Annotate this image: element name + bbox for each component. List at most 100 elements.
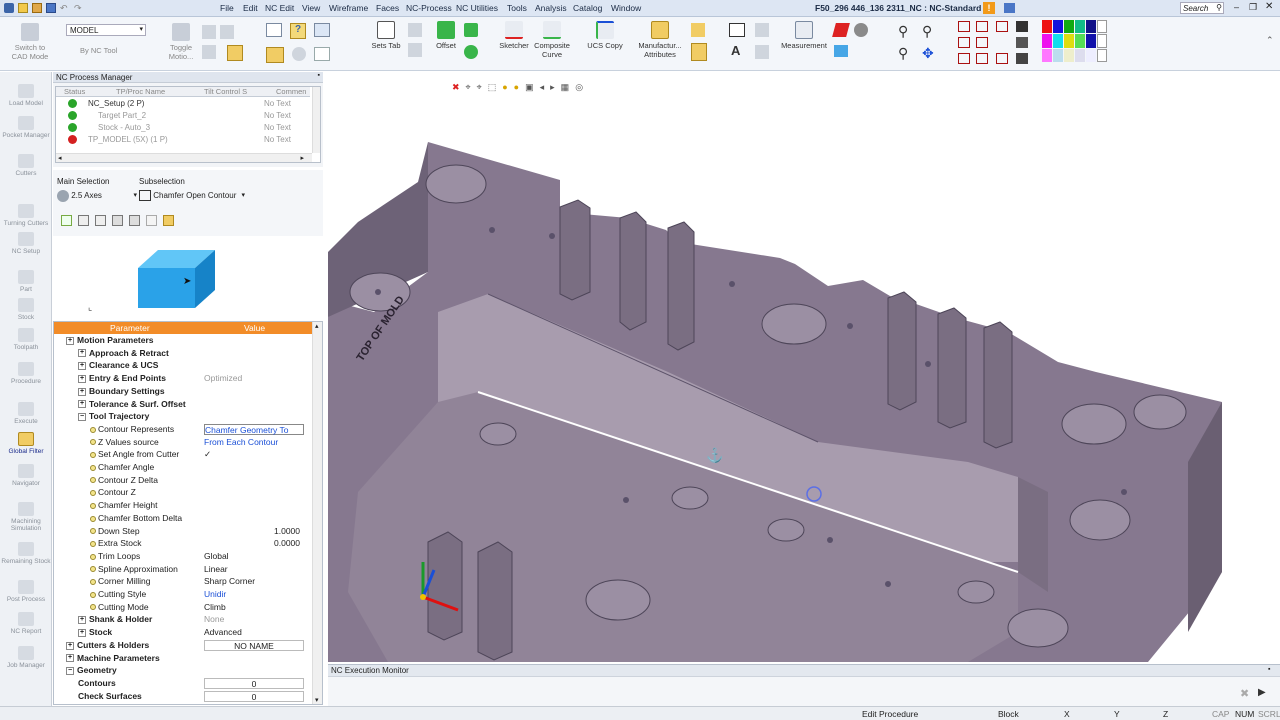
col-name[interactable]: TP/Proc Name: [116, 87, 165, 96]
undo-icon[interactable]: ↶: [60, 3, 70, 13]
trim-icon[interactable]: [464, 45, 478, 59]
view-icon-4[interactable]: [1016, 21, 1028, 32]
param-value[interactable]: 0: [204, 690, 304, 702]
collapse-icon[interactable]: −: [78, 412, 86, 421]
color-swatch[interactable]: [1042, 48, 1052, 62]
color-palette[interactable]: [1042, 20, 1114, 62]
param-row[interactable]: Chamfer Height: [54, 499, 314, 512]
menu-tools[interactable]: Tools: [507, 3, 527, 13]
param-row[interactable]: + Clearance & UCS: [54, 359, 314, 372]
tree-hscroll[interactable]: ◂ ▸: [56, 153, 312, 162]
param-row[interactable]: + Machine Parameters: [54, 652, 314, 665]
window-icon[interactable]: [266, 23, 282, 37]
menu-catalog[interactable]: Catalog: [573, 3, 602, 13]
expand-icon[interactable]: +: [78, 374, 86, 383]
toggle-motion-button[interactable]: Toggle Motio...: [162, 23, 200, 61]
left-tool-nc-setup[interactable]: NC Setup: [0, 232, 52, 255]
left-tool-global-filter[interactable]: Global Filter: [0, 432, 52, 455]
view-icon-11[interactable]: [1016, 53, 1028, 64]
toolbar-icon-group-2[interactable]: ?: [262, 21, 338, 65]
stop-icon[interactable]: ✖: [1240, 687, 1249, 700]
measure-angle-icon[interactable]: [755, 45, 769, 59]
param-row[interactable]: Corner Milling Sharp Corner: [54, 575, 314, 588]
scroll-right-icon[interactable]: ▸: [300, 154, 304, 162]
composite-curve-button[interactable]: Composite Curve: [530, 21, 574, 59]
search-box[interactable]: Search ⚲: [1180, 2, 1224, 14]
expand-icon[interactable]: +: [66, 654, 74, 663]
expand-icon[interactable]: +: [78, 628, 86, 637]
main-selection-dropdown[interactable]: 2.5 Axes ▾: [57, 189, 139, 203]
sketcher-button[interactable]: Sketcher: [497, 21, 531, 50]
zoom-icon[interactable]: ⚲: [922, 23, 932, 40]
col-comment[interactable]: Commen: [276, 87, 306, 96]
menu-view[interactable]: View: [302, 3, 320, 13]
param-row[interactable]: Extra Stock 0.0000: [54, 537, 314, 550]
minimize-icon[interactable]: –: [1234, 2, 1239, 12]
param-value[interactable]: Unidir: [204, 588, 304, 601]
color-swatch[interactable]: [1097, 20, 1107, 34]
scroll-up-icon[interactable]: ▴: [315, 322, 319, 330]
color-swatch[interactable]: [1064, 48, 1074, 62]
color-swatch[interactable]: [1064, 34, 1074, 48]
window-list-icon[interactable]: [1004, 3, 1015, 13]
green-icons[interactable]: [462, 21, 482, 65]
template-icon[interactable]: [129, 215, 140, 226]
restore-icon[interactable]: ❐: [1249, 2, 1257, 13]
dimension-icons[interactable]: A: [726, 21, 750, 65]
parameters-icon[interactable]: [266, 47, 284, 63]
color-swatch[interactable]: [1086, 34, 1096, 48]
list-icon[interactable]: [314, 47, 330, 61]
expand-icon[interactable]: +: [78, 362, 86, 371]
color-swatch[interactable]: [1053, 48, 1063, 62]
view-icon-10[interactable]: [996, 53, 1008, 64]
expand-icon[interactable]: +: [78, 349, 86, 358]
left-tool-remaining-stock[interactable]: Remaining Stock: [0, 542, 52, 565]
tree-row[interactable]: Target Part_2 No Text: [58, 110, 312, 122]
color-swatch[interactable]: [1097, 34, 1107, 48]
zoom-all-icon[interactable]: ⚲: [898, 45, 908, 62]
param-value[interactable]: Optimized: [204, 372, 304, 385]
expand-icon[interactable]: +: [78, 387, 86, 396]
browser-icon[interactable]: [314, 23, 330, 37]
left-tool-execute[interactable]: Execute: [0, 402, 52, 425]
expand-icon[interactable]: +: [66, 641, 74, 650]
param-row[interactable]: + Approach & Retract: [54, 347, 314, 360]
surface-icon[interactable]: [834, 45, 848, 57]
param-value[interactable]: Global: [204, 550, 304, 563]
color-swatch[interactable]: [1097, 48, 1107, 62]
scroll-down-icon[interactable]: ▾: [315, 696, 319, 704]
menu-edit[interactable]: Edit: [243, 3, 258, 13]
param-row[interactable]: Set Angle from Cutter ✓: [54, 448, 314, 461]
view-icon-5[interactable]: [958, 37, 970, 48]
filter-attribute-icon[interactable]: [163, 215, 174, 226]
tree-row[interactable]: TP_MODEL (5X) (1 P) No Text: [58, 134, 312, 146]
param-value[interactable]: Advanced: [204, 626, 304, 639]
menu-wireframe[interactable]: Wireframe: [329, 3, 368, 13]
color-swatch[interactable]: [1086, 20, 1096, 34]
param-row[interactable]: Spline Approximation Linear: [54, 563, 314, 576]
text-icon[interactable]: A: [731, 43, 740, 58]
save-procedure-icon[interactable]: [112, 215, 123, 226]
warning-icon[interactable]: !: [983, 2, 995, 14]
left-tool-nc-report[interactable]: NC Report: [0, 612, 52, 635]
info-icon[interactable]: [292, 47, 306, 61]
param-value[interactable]: 1.0000: [204, 525, 300, 538]
left-tool-stock[interactable]: Stock: [0, 298, 52, 321]
active-tool-icon[interactable]: [227, 45, 243, 61]
param-row[interactable]: Contour Represents Chamfer Geometry To: [54, 423, 314, 436]
execute-icon[interactable]: [61, 215, 72, 226]
param-row[interactable]: + Cutters & Holders NO NAME: [54, 639, 314, 652]
param-row[interactable]: Check Surfaces 0: [54, 690, 314, 703]
expand-icon[interactable]: +: [78, 400, 86, 409]
monitor-pin-icon[interactable]: ▪: [1268, 666, 1270, 673]
color-swatch[interactable]: [1053, 34, 1063, 48]
left-tool-job-manager[interactable]: Job Manager: [0, 646, 52, 669]
param-value[interactable]: Chamfer Geometry To: [204, 423, 304, 435]
expand-icon[interactable]: +: [66, 336, 74, 345]
view-icon-2[interactable]: [976, 21, 988, 32]
by-nc-tool-label[interactable]: By NC Tool: [80, 46, 117, 55]
view-icons[interactable]: [956, 20, 1032, 66]
measure-distance-icon[interactable]: [755, 23, 769, 37]
left-tool-cutters[interactable]: Cutters: [0, 154, 52, 177]
view-icon-7[interactable]: [1016, 37, 1028, 48]
